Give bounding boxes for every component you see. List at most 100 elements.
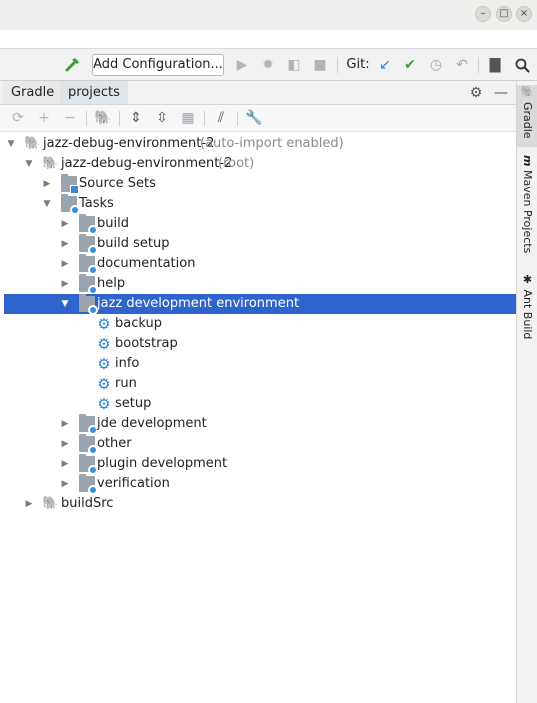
- wrench-icon: 🔧: [245, 110, 263, 126]
- tree-row-task[interactable]: ⚙ bootstrap: [4, 334, 516, 354]
- expand-arrow[interactable]: ▼: [5, 134, 17, 154]
- tree-row-project[interactable]: ▼ 🐘 jazz-debug-environment-2 (auto-impor…: [4, 134, 516, 154]
- debug-button[interactable]: ✹: [258, 54, 278, 76]
- git-rollback-button[interactable]: ↶: [452, 54, 472, 76]
- task-gear-icon: ⚙: [97, 375, 111, 393]
- stop-button[interactable]: ■: [310, 54, 330, 76]
- add-configuration-button[interactable]: Add Configuration...: [92, 54, 224, 76]
- git-update-button[interactable]: ↙: [375, 54, 395, 76]
- attach-gradle-project-button[interactable]: ▦: [178, 108, 198, 128]
- git-history-button[interactable]: ◷: [426, 54, 446, 76]
- expand-all-button[interactable]: ⇕: [126, 108, 146, 128]
- search-everywhere-button[interactable]: [511, 54, 533, 76]
- tree-row-task-group[interactable]: ▶ build setup: [4, 234, 516, 255]
- maximize-button[interactable]: □: [496, 6, 512, 22]
- toolbar-separator: [119, 111, 120, 126]
- folder-gear-icon: [79, 254, 98, 275]
- tree-row-label: jazz-debug-environment-2: [61, 156, 233, 171]
- checkmark-icon: ✔: [404, 57, 416, 73]
- collapsed-arrow[interactable]: ▶: [59, 234, 71, 254]
- tree-row-label: documentation: [97, 256, 196, 271]
- stop-icon: ■: [313, 57, 327, 73]
- ant-icon: ✱: [521, 273, 534, 286]
- git-label: Git:: [346, 57, 370, 72]
- collapsed-arrow[interactable]: ▶: [59, 414, 71, 434]
- tree-row-label: help: [97, 276, 126, 291]
- run-with-coverage-button[interactable]: ◧: [284, 54, 304, 76]
- panel-title-gradle: Gradle: [3, 81, 64, 104]
- tree-row-tasks[interactable]: ▼ Tasks: [4, 194, 516, 215]
- tree-row-label: build: [97, 216, 129, 231]
- tool-window-tab-ant[interactable]: ✱ Ant Build: [517, 273, 537, 343]
- collapsed-arrow[interactable]: ▶: [23, 494, 35, 514]
- undo-icon: ↶: [456, 57, 468, 73]
- toggle-offline-mode-button[interactable]: ⫽: [211, 108, 231, 128]
- tree-row-task[interactable]: ⚙ setup: [4, 394, 516, 414]
- minimize-button[interactable]: –: [475, 6, 491, 22]
- collapsed-arrow[interactable]: ▶: [59, 274, 71, 294]
- tree-row-label: buildSrc: [61, 496, 114, 511]
- unlink-project-button[interactable]: −: [60, 108, 80, 128]
- minimize-icon: —: [494, 85, 508, 101]
- build-button[interactable]: [62, 54, 84, 76]
- tree-row-source-sets[interactable]: ▶ Source Sets: [4, 174, 516, 194]
- link-project-button[interactable]: +: [34, 108, 54, 128]
- folder-gear-icon: [79, 214, 98, 235]
- tree-row-label: Tasks: [79, 196, 114, 211]
- tool-window-tab-gradle[interactable]: 🐘 Gradle: [517, 85, 537, 147]
- tree-row-task-group[interactable]: ▶ jde development: [4, 414, 516, 435]
- expand-arrow[interactable]: ▼: [41, 194, 53, 214]
- toolbar-separator: [86, 111, 87, 126]
- tree-row-task[interactable]: ⚙ backup: [4, 314, 516, 334]
- project-structure-button[interactable]: ▇: [485, 54, 505, 76]
- expand-all-icon: ⇕: [130, 110, 142, 126]
- collapsed-arrow[interactable]: ▶: [59, 214, 71, 234]
- execute-gradle-task-button[interactable]: 🐘: [93, 108, 113, 128]
- hammer-icon: [65, 58, 79, 72]
- tool-window-tab-maven[interactable]: m Maven Projects: [517, 155, 537, 257]
- tree-row-label: jazz development environment: [97, 296, 300, 311]
- expand-arrow[interactable]: ▼: [23, 154, 35, 174]
- bug-icon: ✹: [262, 57, 274, 73]
- gradle-project-tree[interactable]: ▼ 🐘 jazz-debug-environment-2 (auto-impor…: [4, 134, 516, 703]
- collapsed-arrow[interactable]: ▶: [59, 434, 71, 454]
- expand-arrow[interactable]: ▼: [59, 294, 71, 314]
- tree-row-task-group[interactable]: ▶ verification: [4, 474, 516, 495]
- tree-row-task-group-selected[interactable]: ▼ jazz development environment: [4, 294, 516, 315]
- collapsed-arrow[interactable]: ▶: [41, 174, 53, 194]
- tree-row-task-group[interactable]: ▶ plugin development: [4, 454, 516, 475]
- tree-row-task-group[interactable]: ▶ other: [4, 434, 516, 455]
- plus-icon: +: [38, 110, 50, 126]
- tab-projects[interactable]: projects: [60, 81, 128, 104]
- folder-grid-icon: ▇: [489, 57, 501, 73]
- tree-row-task-group[interactable]: ▶ documentation: [4, 254, 516, 275]
- collapse-all-button[interactable]: ⇳: [152, 108, 172, 128]
- tree-row-label: bootstrap: [115, 336, 178, 351]
- tree-row-root-module[interactable]: ▼ 🐘 jazz-debug-environment-2 (root): [4, 154, 516, 174]
- git-commit-button[interactable]: ✔: [400, 54, 420, 76]
- task-gear-icon: ⚙: [97, 335, 111, 353]
- refresh-icon: ⟳: [12, 110, 24, 126]
- close-window-button[interactable]: ×: [516, 6, 532, 22]
- main-toolbar: Add Configuration... ▶ ✹ ◧ ■ Git: ↙ ✔ ◷ …: [0, 48, 537, 81]
- refresh-button[interactable]: ⟳: [8, 108, 28, 128]
- tree-row-task[interactable]: ⚙ run: [4, 374, 516, 394]
- tree-row-task-group[interactable]: ▶ help: [4, 274, 516, 295]
- gradle-settings-button[interactable]: 🔧: [244, 108, 264, 128]
- tree-row-task-group[interactable]: ▶ build: [4, 214, 516, 235]
- tree-row-project[interactable]: ▶ 🐘 buildSrc: [4, 494, 516, 514]
- panel-hide-button[interactable]: —: [492, 83, 510, 103]
- folder-gear-icon: [79, 294, 98, 315]
- collapsed-arrow[interactable]: ▶: [59, 474, 71, 494]
- folder-gear-icon: [79, 454, 98, 475]
- run-button[interactable]: ▶: [232, 54, 252, 76]
- panel-settings-button[interactable]: ⚙: [467, 83, 485, 103]
- task-gear-icon: ⚙: [97, 355, 111, 373]
- toolbar-separator: [237, 111, 238, 126]
- folder-gear-icon: [79, 434, 98, 455]
- gradle-elephant-icon: 🐘: [42, 156, 59, 171]
- collapsed-arrow[interactable]: ▶: [59, 254, 71, 274]
- tree-row-label: backup: [115, 316, 162, 331]
- tree-row-task[interactable]: ⚙ info: [4, 354, 516, 374]
- collapsed-arrow[interactable]: ▶: [59, 454, 71, 474]
